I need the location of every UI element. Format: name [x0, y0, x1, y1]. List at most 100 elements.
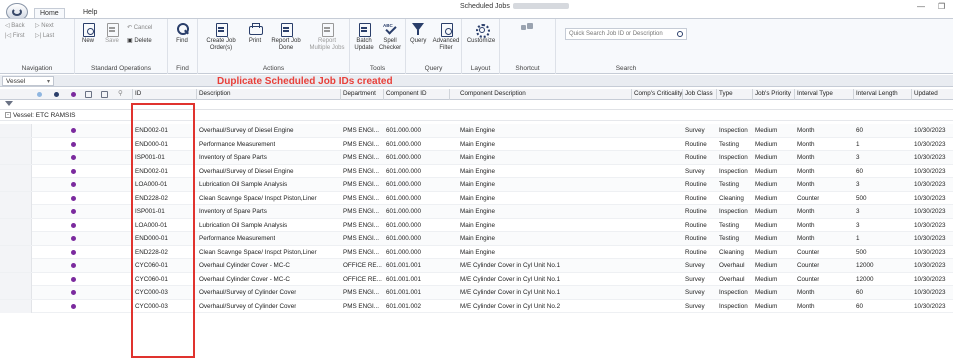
col-interval-type[interactable]: Interval Type — [797, 90, 833, 97]
group-row-label: - Vessel: ETC RAMSIS — [5, 112, 76, 119]
cell-type: Overhaul — [719, 275, 745, 283]
cell-interval-type: Month — [797, 154, 815, 161]
create-job-order-button[interactable]: Create Job Order(s) — [204, 22, 238, 52]
tab-help[interactable]: Help — [78, 8, 102, 18]
cell-department: PMS ENGI... — [343, 167, 380, 175]
cell-component-id: 601.000.000 — [386, 140, 422, 148]
cell-priority: Medium — [755, 221, 778, 229]
row-selector[interactable] — [0, 191, 32, 205]
cell-job-class: Routine — [685, 140, 707, 148]
col-type[interactable]: Type — [719, 90, 733, 97]
group-find: Find Find — [168, 19, 198, 74]
cell-updated: 10/30/2023 — [914, 302, 946, 310]
row-selector[interactable] — [0, 137, 32, 151]
first-button[interactable]: |◁ First — [5, 32, 25, 39]
row-selector[interactable] — [0, 205, 32, 218]
batch-update-button[interactable]: Batch Update — [354, 22, 374, 52]
col-criticality[interactable]: Comp's Criticality — [634, 90, 682, 97]
cell-component-id: 601.001.001 — [386, 262, 422, 269]
status-dot-icon — [71, 249, 76, 255]
row-selector[interactable] — [0, 272, 32, 286]
row-selector[interactable] — [0, 259, 32, 272]
row-selector[interactable] — [0, 178, 32, 191]
new-button[interactable]: New — [81, 22, 95, 45]
find-button[interactable]: Find — [175, 22, 189, 45]
cell-updated: 10/30/2023 — [914, 248, 946, 256]
cell-updated: 10/30/2023 — [914, 181, 946, 188]
create-icon — [214, 22, 228, 37]
row-selector[interactable] — [0, 299, 32, 313]
query-icon — [411, 22, 425, 36]
print-button[interactable]: Print — [248, 22, 263, 45]
spell-checker-button[interactable]: Spell Checker — [377, 22, 403, 52]
cell-department: PMS ENGI... — [343, 154, 380, 161]
cell-job-class: Survey — [685, 127, 705, 134]
cell-job-class: Routine — [685, 154, 707, 161]
restore-button[interactable]: ❐ — [938, 2, 945, 11]
cell-department: PMS ENGI... — [343, 302, 380, 310]
cell-type: Inspection — [719, 289, 748, 296]
row-selector[interactable] — [0, 232, 32, 245]
cell-priority: Medium — [755, 275, 778, 283]
customize-button[interactable]: Customize — [465, 22, 497, 45]
delete-button[interactable]: ▣ Delete — [127, 37, 152, 44]
advanced-filter-button[interactable]: Advanced Filter — [432, 22, 460, 52]
cancel-button[interactable]: ↶ Cancel — [127, 24, 152, 31]
note-col-icon — [101, 91, 108, 98]
search-icon — [677, 31, 683, 37]
cell-updated: 10/30/2023 — [914, 208, 946, 215]
back-button[interactable]: ◁ Back — [5, 22, 25, 29]
minimize-button[interactable]: — — [917, 2, 925, 11]
row-selector[interactable] — [0, 164, 32, 178]
col-description[interactable]: Description — [199, 90, 231, 97]
cell-updated: 10/30/2023 — [914, 262, 946, 269]
filter-icon — [5, 101, 13, 109]
quick-search-input[interactable]: Quick Search Job ID or Description — [565, 28, 687, 40]
report-multiple-jobs-button[interactable]: Report Multiple Jobs — [308, 22, 346, 52]
row-selector[interactable] — [0, 124, 32, 137]
cell-type: Inspection — [719, 154, 748, 161]
cell-job-class: Routine — [685, 221, 707, 229]
save-button[interactable]: Save — [105, 22, 119, 45]
col-component-description[interactable]: Component Description — [460, 90, 526, 97]
col-job-class[interactable]: Job Class — [685, 90, 713, 97]
col-department[interactable]: Department — [343, 90, 376, 97]
batch-icon — [357, 22, 371, 37]
shortcut-button[interactable] — [520, 22, 534, 38]
chevron-down-icon: ▾ — [46, 79, 50, 85]
row-selector[interactable] — [0, 218, 32, 232]
link-col-icon: ⚲ — [118, 90, 123, 97]
group-tools: Batch Update Spell Checker Tools — [350, 19, 406, 74]
row-selector[interactable] — [0, 286, 32, 299]
cell-job-class: Survey — [685, 275, 705, 283]
cell-updated: 10/30/2023 — [914, 235, 946, 242]
cell-description: Overhaul/Survey of Cylinder Cover — [199, 289, 297, 296]
report-job-done-button[interactable]: Report Job Done — [270, 22, 302, 52]
cell-priority: Medium — [755, 289, 778, 296]
next-button[interactable]: ▷ Next — [35, 22, 54, 29]
col-component-id[interactable]: Component ID — [386, 90, 427, 97]
col-id[interactable]: ID — [135, 90, 141, 97]
cell-component-description: Main Engine — [460, 208, 496, 215]
cell-component-description: Main Engine — [460, 235, 496, 242]
vessel-dropdown[interactable]: Vessel ▾ — [2, 76, 54, 86]
col-priority[interactable]: Job's Priority — [755, 90, 791, 97]
row-selector[interactable] — [0, 245, 32, 259]
cell-component-id: 601.000.000 — [386, 248, 422, 256]
query-button[interactable]: Query — [410, 22, 426, 45]
row-selector[interactable] — [0, 151, 32, 164]
customize-gear-icon — [474, 22, 490, 38]
cell-interval-length: 12000 — [856, 262, 874, 269]
col-interval-length[interactable]: Interval Length — [856, 90, 898, 97]
cell-description: Inventory of Spare Parts — [199, 154, 267, 161]
cell-priority: Medium — [755, 127, 778, 134]
cell-interval-type: Counter — [797, 248, 820, 256]
cell-job-class: Survey — [685, 167, 705, 175]
last-button[interactable]: ▷| Last — [35, 32, 54, 39]
col-updated[interactable]: Updated — [914, 90, 938, 97]
cell-type: Inspection — [719, 167, 748, 175]
cell-type: Inspection — [719, 208, 748, 215]
cell-department: PMS ENGI... — [343, 127, 380, 134]
cell-job-class: Routine — [685, 194, 707, 202]
collapse-icon[interactable]: - — [5, 112, 11, 119]
